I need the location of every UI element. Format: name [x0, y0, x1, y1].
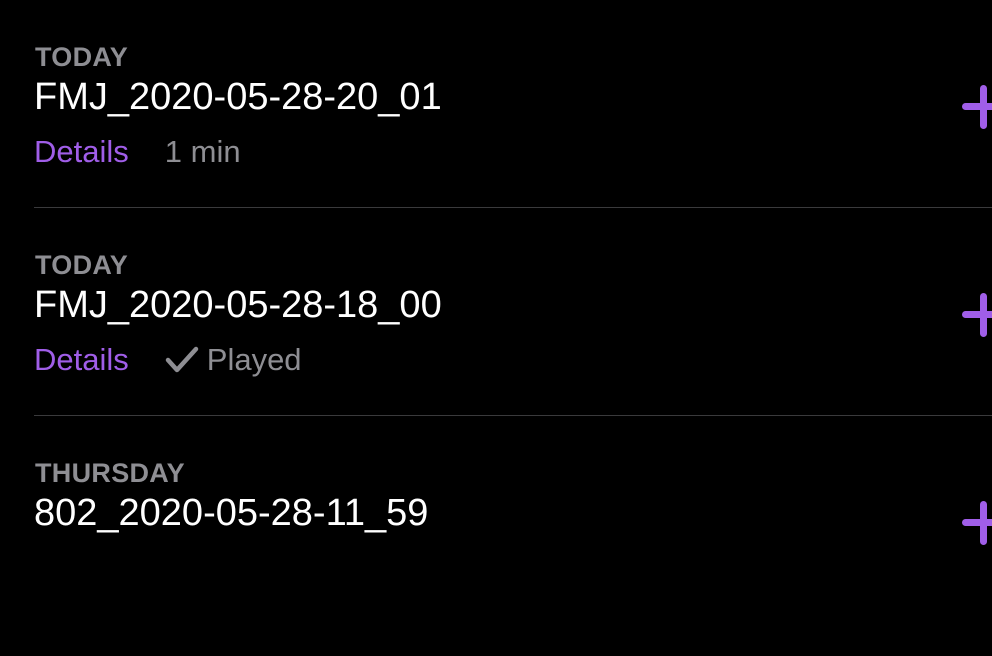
divider: [34, 207, 992, 208]
played-status: Played: [165, 342, 302, 378]
episode-date: TODAY: [35, 42, 129, 72]
episode-row[interactable]: THURSDAY 802_2020-05-28-11_59: [0, 448, 992, 656]
episode-duration: 1 min: [165, 134, 241, 170]
episode-row[interactable]: TODAY FMJ_2020-05-28-18_00 Details Playe…: [0, 240, 992, 448]
episode-title[interactable]: FMJ_2020-05-28-18_00: [34, 284, 442, 327]
details-link[interactable]: Details: [34, 342, 129, 378]
episode-title[interactable]: FMJ_2020-05-28-20_01: [34, 76, 442, 119]
episode-title[interactable]: 802_2020-05-28-11_59: [34, 492, 428, 535]
played-text: Played: [206, 342, 302, 377]
episode-date: THURSDAY: [35, 458, 185, 488]
episode-row[interactable]: TODAY FMJ_2020-05-28-20_01 Details 1 min: [0, 32, 992, 240]
add-to-queue-plus-icon[interactable]: [962, 293, 992, 337]
duration-text: 1 min: [164, 134, 241, 169]
details-link[interactable]: Details: [34, 134, 129, 170]
divider: [34, 415, 992, 416]
checkmark-icon: [165, 346, 199, 373]
episode-date: TODAY: [35, 250, 129, 280]
add-to-queue-plus-icon[interactable]: [962, 85, 992, 129]
add-to-queue-plus-icon[interactable]: [962, 501, 992, 545]
